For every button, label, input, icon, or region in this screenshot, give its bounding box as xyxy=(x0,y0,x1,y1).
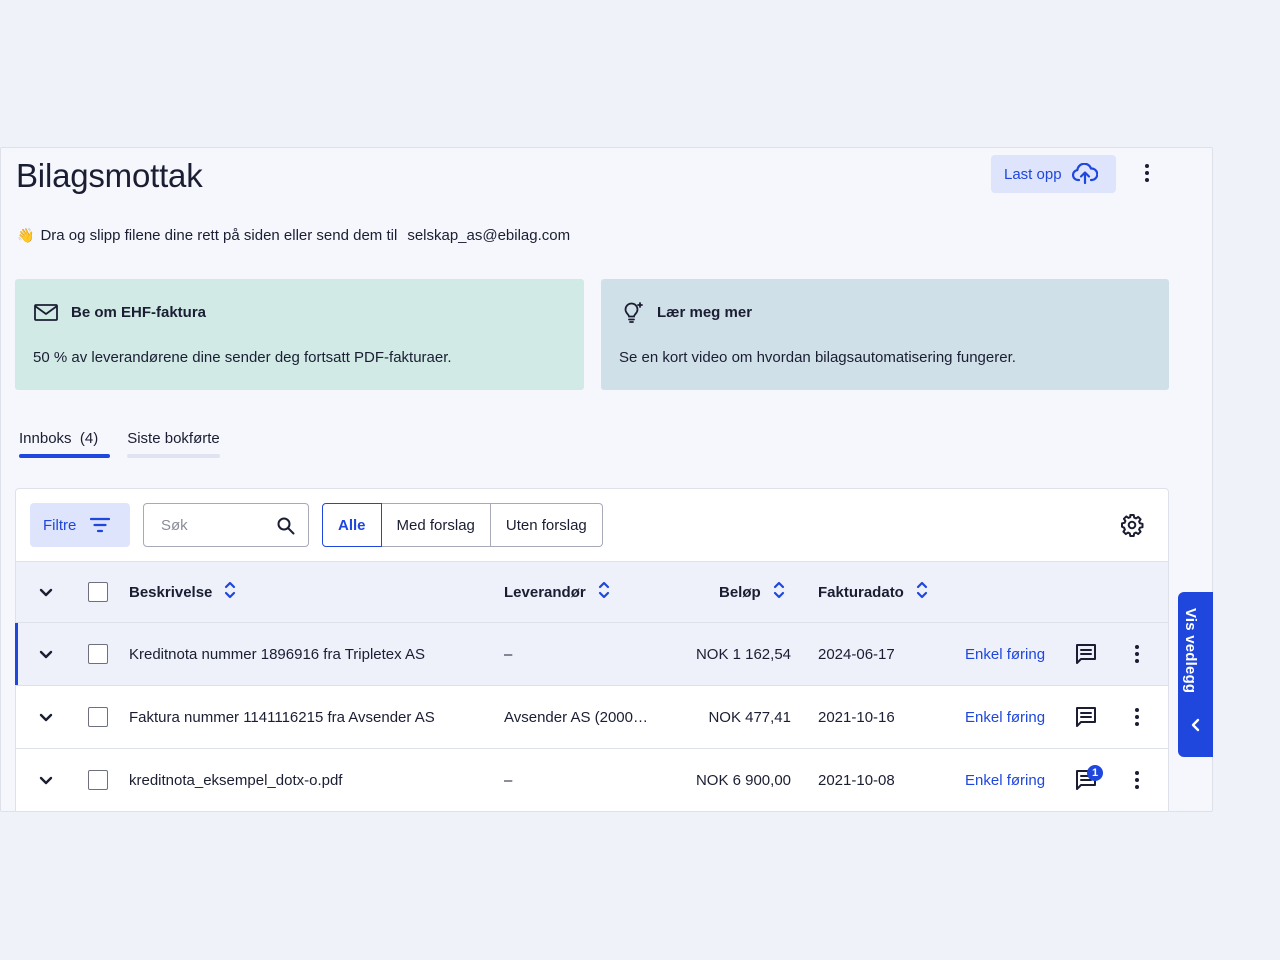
expand-all-icon[interactable] xyxy=(38,562,56,622)
gear-icon[interactable] xyxy=(1120,513,1144,537)
column-header-invoice-date[interactable]: Fakturadato xyxy=(818,562,928,622)
tab-innboks[interactable]: Innboks (4) xyxy=(19,430,111,458)
column-header-amount[interactable]: Beløp xyxy=(719,562,785,622)
sort-icon xyxy=(224,580,236,604)
row-amount: NOK 6 900,00 xyxy=(695,771,791,789)
simple-posting-link[interactable]: Enkel føring xyxy=(965,749,1045,811)
row-checkbox[interactable] xyxy=(88,623,108,685)
column-header-description[interactable]: Beskrivelse xyxy=(129,562,236,622)
learn-card-title: Lær meg mer xyxy=(657,303,753,321)
simple-posting-link[interactable]: Enkel føring xyxy=(965,623,1045,685)
more-options-icon[interactable] xyxy=(1135,161,1159,185)
ehf-invoice-card[interactable]: Be om EHF-faktura 50 % av leverandørene … xyxy=(15,279,584,390)
segment-alle[interactable]: Alle xyxy=(322,503,382,547)
upload-label: Last opp xyxy=(1004,165,1062,183)
expand-row-icon[interactable] xyxy=(38,749,56,811)
lightbulb-icon xyxy=(624,302,643,323)
row-description: Kreditnota nummer 1896916 fra Tripletex … xyxy=(129,645,426,663)
expand-row-icon[interactable] xyxy=(38,686,56,748)
envelope-icon xyxy=(34,304,58,321)
upload-button[interactable]: Last opp xyxy=(991,155,1116,193)
row-more-icon[interactable] xyxy=(1125,642,1149,666)
ehf-card-title: Be om EHF-faktura xyxy=(71,303,207,321)
table-row[interactable]: kreditnota_eksempel_dotx-o.pdf – NOK 6 9… xyxy=(16,749,1168,811)
chevron-left-icon xyxy=(1191,718,1200,732)
row-supplier: Avsender AS (2000… xyxy=(504,708,648,726)
drop-info: 👋 Dra og slipp filene dine rett på siden… xyxy=(17,227,570,244)
row-supplier: – xyxy=(504,771,513,789)
select-all-checkbox[interactable] xyxy=(88,562,108,622)
learn-more-card[interactable]: Lær meg mer Se en kort video om hvordan … xyxy=(601,279,1169,390)
documents-table: Filtre Alle Med forslag Uten forslag xyxy=(15,488,1169,811)
filter-button[interactable]: Filtre xyxy=(30,503,130,547)
ehf-card-body: 50 % av leverandørene dine sender deg fo… xyxy=(33,349,452,366)
search-icon xyxy=(277,517,295,535)
table-row[interactable]: Kreditnota nummer 1896916 fra Tripletex … xyxy=(15,623,1168,686)
sort-icon xyxy=(916,580,928,604)
row-amount: NOK 1 162,54 xyxy=(695,645,791,663)
inbox-tabs: Innboks (4) Siste bokførte xyxy=(19,430,220,458)
waving-hand-icon: 👋 xyxy=(17,227,35,243)
page-title: Bilagsmottak xyxy=(16,157,203,194)
comment-count-badge: 1 xyxy=(1087,765,1103,781)
row-supplier: – xyxy=(504,645,513,663)
row-description: kreditnota_eksempel_dotx-o.pdf xyxy=(129,771,343,789)
row-date: 2021-10-16 xyxy=(818,708,895,726)
row-checkbox[interactable] xyxy=(88,749,108,811)
row-checkbox[interactable] xyxy=(88,686,108,748)
table-row[interactable]: Faktura nummer 1141116215 fra Avsender A… xyxy=(16,686,1168,749)
show-attachment-label: Vis vedlegg xyxy=(1182,608,1199,694)
cloud-upload-icon xyxy=(1071,163,1098,185)
show-attachment-tab[interactable]: Vis vedlegg xyxy=(1178,592,1213,757)
expand-row-icon[interactable] xyxy=(38,623,56,685)
segment-med-forslag[interactable]: Med forslag xyxy=(381,503,491,547)
filter-icon xyxy=(90,517,111,533)
segment-uten-forslag[interactable]: Uten forslag xyxy=(490,503,603,547)
comment-icon[interactable] xyxy=(1074,623,1100,685)
drop-info-text: Dra og slipp filene dine rett på siden e… xyxy=(40,227,398,244)
sort-icon xyxy=(773,580,785,604)
learn-card-body: Se en kort video om hvordan bilagsautoma… xyxy=(619,349,1016,366)
search-field[interactable] xyxy=(143,503,309,547)
row-description: Faktura nummer 1141116215 fra Avsender A… xyxy=(129,708,435,726)
tab-siste-bokforte[interactable]: Siste bokførte xyxy=(127,430,220,458)
filter-label: Filtre xyxy=(43,516,77,534)
column-header-supplier[interactable]: Leverandør xyxy=(504,562,610,622)
search-input[interactable] xyxy=(161,516,271,534)
bilagsmottak-panel: Bilagsmottak Last opp 👋 Dra og slipp fil… xyxy=(0,147,1213,812)
comment-icon[interactable] xyxy=(1074,686,1100,748)
table-header: Beskrivelse Leverandør Beløp Fakturadato xyxy=(16,561,1168,623)
row-date: 2024-06-17 xyxy=(818,645,895,663)
row-more-icon[interactable] xyxy=(1125,705,1149,729)
sort-icon xyxy=(598,580,610,604)
inbox-email: selskap_as@ebilag.com xyxy=(407,227,571,244)
simple-posting-link[interactable]: Enkel føring xyxy=(965,686,1045,748)
suggestion-filter: Alle Med forslag Uten forslag xyxy=(322,503,603,547)
row-date: 2021-10-08 xyxy=(818,771,895,789)
row-more-icon[interactable] xyxy=(1125,768,1149,792)
row-amount: NOK 477,41 xyxy=(708,708,791,726)
